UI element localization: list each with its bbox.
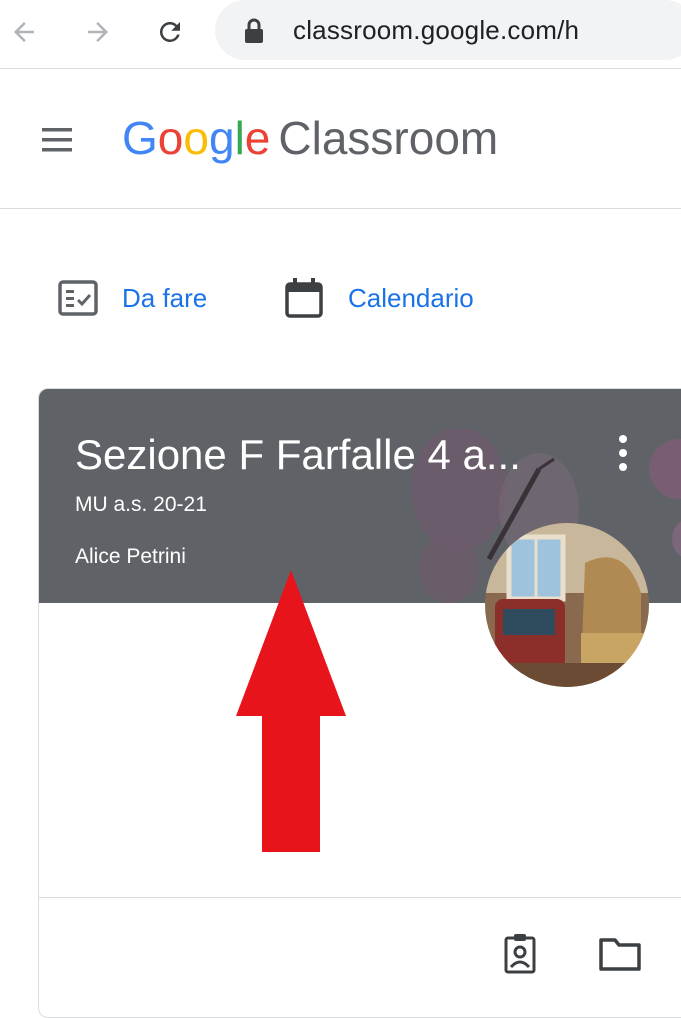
logo-letter: G bbox=[122, 112, 158, 164]
red-annotation-arrow bbox=[236, 570, 346, 852]
todo-label: Da fare bbox=[122, 282, 208, 313]
open-class-folder-button[interactable] bbox=[595, 929, 645, 979]
logo-letter: o bbox=[183, 112, 209, 164]
teacher-avatar bbox=[485, 523, 649, 687]
google-wordmark: Google bbox=[122, 112, 270, 164]
lock-icon bbox=[245, 18, 263, 43]
address-bar[interactable]: classroom.google.com/h bbox=[215, 0, 681, 60]
google-classroom-logo[interactable]: Google Classroom bbox=[122, 108, 498, 168]
calendar-link[interactable]: Calendario bbox=[282, 272, 474, 324]
avatar-photo bbox=[485, 523, 649, 687]
todo-list-icon bbox=[58, 280, 98, 316]
forward-button[interactable] bbox=[80, 14, 116, 50]
class-options-button[interactable] bbox=[609, 431, 637, 475]
todo-link[interactable]: Da fare bbox=[56, 272, 207, 324]
more-vert-icon bbox=[619, 435, 627, 471]
logo-letter: l bbox=[234, 112, 245, 164]
calendar-label: Calendario bbox=[348, 282, 474, 313]
assignment-ind-icon bbox=[504, 934, 536, 974]
class-card[interactable]: Sezione F Farfalle 4 a... MU a.s. 20-21 … bbox=[38, 388, 681, 1018]
product-name: Classroom bbox=[278, 112, 499, 164]
hamburger-menu-icon bbox=[42, 128, 72, 152]
reload-button[interactable] bbox=[152, 14, 188, 50]
browser-toolbar: classroom.google.com/h bbox=[0, 0, 681, 69]
back-button[interactable] bbox=[6, 14, 42, 50]
main-menu-button[interactable] bbox=[38, 122, 82, 158]
calendar-icon bbox=[285, 278, 323, 318]
url-text: classroom.google.com/h bbox=[293, 15, 580, 45]
card-footer-divider bbox=[39, 897, 681, 898]
back-arrow-icon bbox=[14, 22, 34, 42]
class-section: MU a.s. 20-21 bbox=[75, 493, 207, 516]
teacher-name: Alice Petrini bbox=[75, 545, 186, 568]
reload-icon bbox=[159, 21, 180, 42]
logo-letter: e bbox=[244, 112, 271, 164]
forward-arrow-icon bbox=[88, 22, 108, 42]
folder-icon bbox=[599, 938, 641, 971]
logo-letter: o bbox=[157, 112, 184, 164]
class-title[interactable]: Sezione F Farfalle 4 a... bbox=[75, 431, 521, 479]
logo-letter: g bbox=[208, 112, 235, 164]
open-gradebook-button[interactable] bbox=[495, 929, 545, 979]
app-header: Google Classroom bbox=[0, 68, 681, 209]
